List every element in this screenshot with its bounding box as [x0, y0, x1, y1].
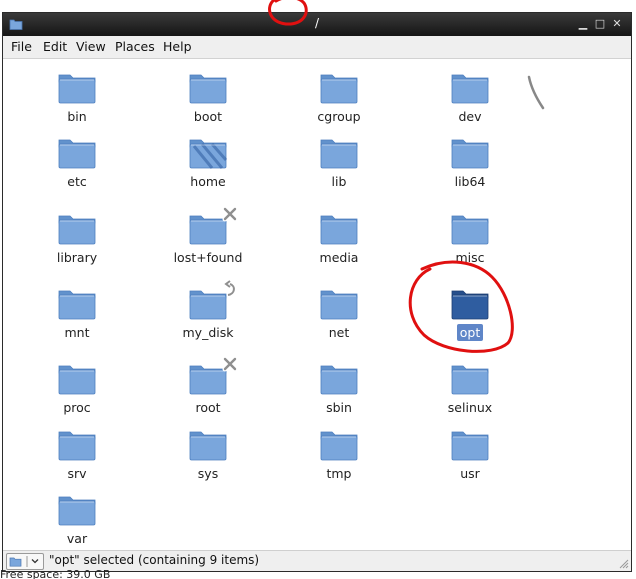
folder-icon: [279, 426, 399, 462]
folder-label: tmp: [326, 466, 352, 481]
folder-item-lib[interactable]: lib: [279, 134, 399, 190]
folder-item-bin[interactable]: bin: [17, 69, 137, 125]
home-folder-icon: [148, 134, 268, 170]
maximize-button[interactable]: □: [593, 17, 607, 31]
folder-item-misc[interactable]: misc: [410, 210, 530, 266]
folder-icon: [17, 69, 137, 105]
folder-label: etc: [67, 174, 87, 189]
folder-icon: [17, 360, 137, 396]
window-title: /: [314, 16, 320, 30]
folder-label: media: [319, 250, 359, 265]
folder-item-boot[interactable]: boot: [148, 69, 268, 125]
resize-grip-icon[interactable]: [617, 557, 629, 569]
folder-item-mnt[interactable]: mnt: [17, 285, 137, 341]
folder-item-dev[interactable]: dev: [410, 69, 530, 125]
folder-item-proc[interactable]: proc: [17, 360, 137, 416]
folder-item-sbin[interactable]: sbin: [279, 360, 399, 416]
folder-icon: [279, 134, 399, 170]
menu-file[interactable]: File: [11, 39, 32, 54]
minimize-button[interactable]: ▁: [576, 17, 590, 31]
folder-icon: [17, 285, 137, 321]
folder-icon: [17, 210, 137, 246]
folder-icon: [410, 69, 530, 105]
folder-label: dev: [458, 109, 482, 124]
menu-places[interactable]: Places: [115, 39, 155, 54]
folder-item-lost-found[interactable]: lost+found: [148, 206, 268, 266]
folder-item-library[interactable]: library: [17, 210, 137, 266]
menu-help[interactable]: Help: [163, 39, 192, 54]
folder-label: var: [66, 531, 88, 546]
folder-icon: [148, 285, 268, 321]
folder-label: sbin: [326, 400, 352, 415]
folder-item-net[interactable]: net: [279, 285, 399, 341]
status-bar: "opt" selected (containing 9 items): [3, 550, 631, 571]
folder-icon: [410, 360, 530, 396]
folder-label: lost+found: [173, 250, 243, 265]
folder-icon: [279, 285, 399, 321]
free-space-label: Free space: 39.0 GB: [0, 570, 111, 579]
folder-icon: [410, 210, 530, 246]
folder-icon: [148, 210, 268, 246]
folder-label: usr: [460, 466, 480, 481]
folder-label: srv: [67, 466, 87, 481]
folder-label: my_disk: [182, 325, 234, 340]
folder-label: cgroup: [317, 109, 361, 124]
folder-icon: [9, 556, 39, 567]
folder-icon: [279, 210, 399, 246]
folder-item-root[interactable]: root: [148, 356, 268, 416]
folder-label: home: [190, 174, 226, 189]
folder-item-usr[interactable]: usr: [410, 426, 530, 482]
folder-item-selinux[interactable]: selinux: [410, 360, 530, 416]
folder-icon: [279, 360, 399, 396]
folder-icon: [17, 134, 137, 170]
menu-edit[interactable]: Edit: [43, 39, 67, 54]
folder-label: mnt: [64, 325, 90, 340]
symlink-emblem-icon: [221, 280, 239, 298]
folder-item-opt[interactable]: opt: [410, 285, 530, 341]
title-bar[interactable]: / ▁ □ ✕: [3, 13, 631, 36]
folder-icon: [410, 285, 530, 321]
folder-item-srv[interactable]: srv: [17, 426, 137, 482]
folder-icon: [148, 426, 268, 462]
folder-icon: [148, 69, 268, 105]
folder-label: bin: [67, 109, 87, 124]
folder-icon: [410, 426, 530, 462]
folder-icon: [17, 426, 137, 462]
folder-item-my-disk[interactable]: my_disk: [148, 280, 268, 341]
folder-item-media[interactable]: media: [279, 210, 399, 266]
unreadable-emblem-icon: [221, 355, 239, 373]
folder-label: library: [56, 250, 98, 265]
view-selector[interactable]: [6, 553, 44, 570]
folder-label: sys: [197, 466, 219, 481]
folder-item-sys[interactable]: sys: [148, 426, 268, 482]
close-button[interactable]: ✕: [610, 17, 624, 31]
folder-item-tmp[interactable]: tmp: [279, 426, 399, 482]
menu-view[interactable]: View: [76, 39, 106, 54]
status-message: "opt" selected (containing 9 items): [49, 553, 260, 567]
folder-item-home[interactable]: home: [148, 134, 268, 190]
folder-label: boot: [193, 109, 223, 124]
folder-label: net: [328, 325, 350, 340]
menu-bar: File Edit View Places Help: [3, 36, 631, 59]
folder-label: selinux: [447, 400, 493, 415]
folder-icon: [17, 491, 137, 527]
pen-stroke-mark: [527, 75, 545, 110]
folder-icon: [410, 134, 530, 170]
folder-item-var[interactable]: var: [17, 491, 137, 547]
folder-item-etc[interactable]: etc: [17, 134, 137, 190]
folder-icon: [279, 69, 399, 105]
unreadable-emblem-icon: [221, 205, 239, 223]
folder-label: proc: [63, 400, 91, 415]
folder-label: root: [195, 400, 221, 415]
folder-label: opt: [456, 324, 484, 341]
folder-icon: [148, 360, 268, 396]
folder-item-lib64[interactable]: lib64: [410, 134, 530, 190]
folder-label: lib64: [454, 174, 486, 189]
folder-item-cgroup[interactable]: cgroup: [279, 69, 399, 125]
icon-view[interactable]: bin boot cgroup dev etc home lib lib64 library lo…: [3, 59, 631, 551]
folder-label: lib: [331, 174, 347, 189]
folder-label: misc: [455, 250, 485, 265]
